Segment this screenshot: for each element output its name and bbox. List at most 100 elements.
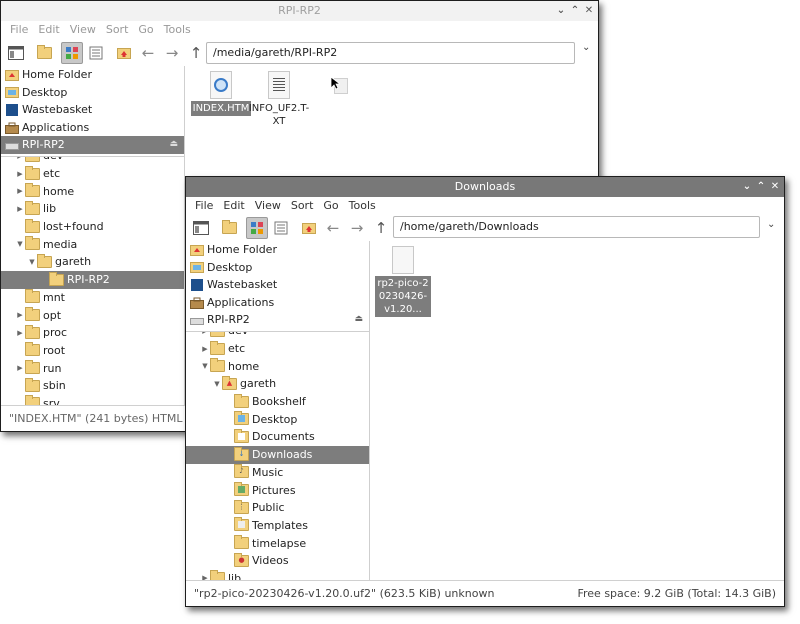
- tree-node-media[interactable]: ▼ media: [1, 235, 184, 253]
- up-button[interactable]: ↑: [185, 42, 207, 64]
- tree-node-srv[interactable]: srv: [1, 395, 184, 405]
- back-button[interactable]: ←: [137, 42, 159, 64]
- tree-node-pictures[interactable]: Pictures: [186, 481, 369, 499]
- expand-icon[interactable]: ▶: [15, 187, 25, 195]
- back-button[interactable]: ←: [322, 217, 344, 239]
- tree-node-desktop[interactable]: Desktop: [186, 410, 369, 428]
- file-item[interactable]: INDEX.HTM: [189, 71, 253, 116]
- place-desktop[interactable]: Desktop: [186, 259, 369, 277]
- maximize-icon[interactable]: ⌃: [756, 180, 766, 194]
- menu-tools[interactable]: Tools: [344, 197, 381, 215]
- tree-node-lost-found[interactable]: lost+found: [1, 218, 184, 236]
- tree-node-public[interactable]: ⋮ Public: [186, 499, 369, 517]
- tree-node-bookshelf[interactable]: Bookshelf: [186, 393, 369, 411]
- home-button[interactable]: [113, 42, 135, 64]
- place-desktop[interactable]: Desktop: [1, 84, 184, 102]
- minimize-icon[interactable]: ⌄: [742, 180, 752, 194]
- menu-sort[interactable]: Sort: [286, 197, 319, 215]
- tree-node-templates[interactable]: Templates: [186, 517, 369, 535]
- menu-view[interactable]: View: [250, 197, 286, 215]
- titlebar[interactable]: Downloads ⌄ ⌃ ✕: [186, 177, 784, 197]
- tree-node-lib[interactable]: ▶ lib: [1, 200, 184, 218]
- tree-node-music[interactable]: ♪ Music: [186, 464, 369, 482]
- close-icon[interactable]: ✕: [584, 4, 594, 18]
- window-downloads[interactable]: Downloads ⌄ ⌃ ✕ File Edit View Sort Go T…: [185, 176, 785, 607]
- menu-edit[interactable]: Edit: [218, 197, 249, 215]
- expand-icon[interactable]: ▶: [15, 205, 25, 213]
- collapse-icon[interactable]: ▼: [200, 362, 210, 370]
- menu-file[interactable]: File: [190, 197, 218, 215]
- tree-node-gareth[interactable]: ▼ ▲ gareth: [186, 375, 369, 393]
- tree-node-lib[interactable]: ▶ lib: [186, 570, 369, 580]
- chevron-down-icon[interactable]: ⌄: [767, 219, 775, 230]
- file-item[interactable]: INFO_UF2.T-XT: [246, 71, 312, 129]
- tree-node-proc[interactable]: ▶ proc: [1, 324, 184, 342]
- place-wastebasket[interactable]: Wastebasket: [186, 276, 369, 294]
- menu-edit[interactable]: Edit: [33, 21, 64, 39]
- tree-node-run[interactable]: ▶ run: [1, 359, 184, 377]
- tree-node-dev[interactable]: ▶dev: [186, 332, 369, 340]
- expand-icon[interactable]: ▶: [15, 157, 25, 160]
- collapse-icon[interactable]: ▼: [15, 240, 25, 248]
- menu-sort[interactable]: Sort: [101, 21, 134, 39]
- expand-icon[interactable]: ▶: [200, 345, 210, 353]
- expand-icon[interactable]: ▶: [200, 332, 210, 335]
- chevron-down-icon[interactable]: ⌄: [582, 42, 590, 53]
- expand-icon[interactable]: ▶: [15, 329, 25, 337]
- menu-view[interactable]: View: [65, 21, 101, 39]
- icon-view-button[interactable]: [61, 41, 83, 64]
- path-input[interactable]: /home/gareth/Downloads: [393, 216, 760, 238]
- menu-file[interactable]: File: [5, 21, 33, 39]
- tree-node-videos[interactable]: ● Videos: [186, 552, 369, 570]
- tree-node-sbin[interactable]: sbin: [1, 377, 184, 395]
- tree-node-etc[interactable]: ▶ etc: [1, 165, 184, 183]
- place-wastebasket[interactable]: Wastebasket: [1, 101, 184, 119]
- path-input[interactable]: /media/gareth/RPI-RP2: [206, 42, 575, 64]
- place-home-folder[interactable]: Home Folder: [186, 241, 369, 259]
- list-view-button[interactable]: [270, 217, 292, 239]
- menu-go[interactable]: Go: [133, 21, 158, 39]
- place-applications[interactable]: Applications: [186, 294, 369, 312]
- forward-button[interactable]: →: [346, 217, 368, 239]
- tree-node-downloads[interactable]: ↓ Downloads: [186, 445, 369, 464]
- collapse-icon[interactable]: ▼: [212, 380, 222, 388]
- expand-icon[interactable]: ▶: [15, 364, 25, 372]
- tree-node-home[interactable]: ▶ home: [1, 182, 184, 200]
- menu-go[interactable]: Go: [318, 197, 343, 215]
- tree-node-gareth[interactable]: ▼ gareth: [1, 253, 184, 271]
- expand-icon[interactable]: ▶: [15, 170, 25, 178]
- tree-node-home[interactable]: ▼ home: [186, 357, 369, 375]
- tree-node-timelapse[interactable]: timelapse: [186, 534, 369, 552]
- expand-icon[interactable]: ▶: [15, 311, 25, 319]
- file-view[interactable]: rp2-pico-20230426-v1.20...: [371, 241, 784, 580]
- collapse-icon[interactable]: ▼: [27, 258, 37, 266]
- place-rpi-rp2[interactable]: RPI-RP2 ⏏: [1, 136, 184, 154]
- place-rpi-rp2[interactable]: RPI-RP2 ⏏: [186, 311, 369, 329]
- tree-node-rpi-rp2[interactable]: RPI-RP2: [1, 270, 184, 289]
- new-folder-button[interactable]: [33, 42, 55, 64]
- file-item[interactable]: rp2-pico-20230426-v1.20...: [373, 246, 433, 317]
- tree-node-etc[interactable]: ▶ etc: [186, 340, 369, 358]
- tree-node-mnt[interactable]: mnt: [1, 289, 184, 307]
- titlebar[interactable]: RPI-RP2 ⌄ ⌃ ✕: [1, 1, 598, 21]
- menu-tools[interactable]: Tools: [159, 21, 196, 39]
- place-home-folder[interactable]: Home Folder: [1, 66, 184, 84]
- eject-icon[interactable]: ⏏: [169, 136, 178, 154]
- tree-node-opt[interactable]: ▶ opt: [1, 306, 184, 324]
- close-icon[interactable]: ✕: [770, 180, 780, 194]
- home-button[interactable]: [298, 217, 320, 239]
- tree-node-dev[interactable]: ▶dev: [1, 157, 184, 165]
- tree-node-documents[interactable]: Documents: [186, 428, 369, 446]
- tree-node-root[interactable]: root: [1, 342, 184, 360]
- new-window-button[interactable]: [5, 42, 27, 64]
- place-applications[interactable]: Applications: [1, 119, 184, 137]
- list-view-button[interactable]: [85, 42, 107, 64]
- new-window-button[interactable]: [190, 217, 212, 239]
- maximize-icon[interactable]: ⌃: [570, 4, 580, 18]
- minimize-icon[interactable]: ⌄: [556, 4, 566, 18]
- forward-button[interactable]: →: [161, 42, 183, 64]
- eject-icon[interactable]: ⏏: [354, 311, 363, 329]
- up-button[interactable]: ↑: [370, 217, 392, 239]
- icon-view-button[interactable]: [246, 216, 268, 239]
- new-folder-button[interactable]: [218, 217, 240, 239]
